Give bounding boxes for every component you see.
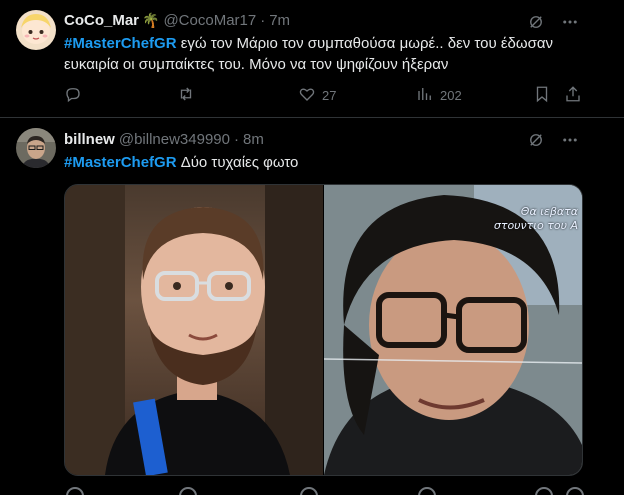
views-icon xyxy=(416,85,434,106)
reply-icon xyxy=(64,85,82,106)
like-icon[interactable] xyxy=(300,487,318,495)
grok-icon[interactable] xyxy=(526,130,546,150)
like-icon xyxy=(298,85,316,106)
bookmark-button[interactable] xyxy=(533,85,551,106)
separator: · xyxy=(260,12,266,29)
media-caption: Θα ιεβατα στουντιο του Α xyxy=(494,205,578,233)
tweet-actions: 27 202 xyxy=(64,85,588,105)
media-caption-line-1: Θα ιεβατα xyxy=(520,205,578,218)
more-icon[interactable] xyxy=(560,130,580,150)
reply-icon[interactable] xyxy=(66,487,84,495)
palm-tree-emoji: 🌴 xyxy=(142,12,160,28)
tweet-header: CoCo_Mar 🌴 @CocoMar17 · 7m xyxy=(64,12,290,29)
like-count: 27 xyxy=(322,88,337,103)
timestamp[interactable]: 8m xyxy=(243,131,264,148)
separator: · xyxy=(233,131,239,148)
views-button[interactable]: 202 xyxy=(416,85,462,106)
retweet-button[interactable] xyxy=(177,85,195,106)
bookmark-icon[interactable] xyxy=(535,487,553,495)
photo-left[interactable] xyxy=(65,185,323,475)
hashtag-link[interactable]: #MasterChefGR xyxy=(64,154,177,171)
share-icon[interactable] xyxy=(566,487,584,495)
tweet-top-icons xyxy=(526,130,580,150)
display-name[interactable]: CoCo_Mar xyxy=(64,12,139,29)
reply-button[interactable] xyxy=(64,85,82,106)
like-button[interactable]: 27 xyxy=(298,85,336,106)
avatar[interactable] xyxy=(16,10,56,50)
bookmark-icon xyxy=(533,85,551,106)
tweet-text: #MasterChefGR εγώ τον Μάριο τον συμπαθού… xyxy=(64,33,594,75)
tweet[interactable]: billnew @billnew349990 · 8m #MasterChefG… xyxy=(0,118,624,495)
tweet-actions-partial xyxy=(64,487,588,495)
tweet[interactable]: CoCo_Mar 🌴 @CocoMar17 · 7m #MasterChefGR… xyxy=(0,0,624,118)
share-button[interactable] xyxy=(564,85,582,106)
retweet-icon xyxy=(177,85,195,106)
tweet-text: #MasterChefGR Δύο τυχαίες φωτο xyxy=(64,152,594,173)
views-icon[interactable] xyxy=(418,487,436,495)
photo-right[interactable]: Θα ιεβατα στουντιο του Α xyxy=(324,185,582,475)
views-count: 202 xyxy=(440,88,462,103)
tweet-body: Δύο τυχαίες φωτο xyxy=(176,154,299,171)
more-icon[interactable] xyxy=(560,12,580,32)
user-handle[interactable]: @billnew349990 xyxy=(119,131,230,148)
timestamp[interactable]: 7m xyxy=(269,12,290,29)
user-handle[interactable]: @CocoMar17 xyxy=(163,12,256,29)
grok-icon[interactable] xyxy=(526,12,546,32)
retweet-icon[interactable] xyxy=(179,487,197,495)
media-grid: Θα ιεβατα στουντιο του Α xyxy=(64,184,583,476)
tweet-header: billnew @billnew349990 · 8m xyxy=(64,131,264,148)
hashtag-link[interactable]: #MasterChefGR xyxy=(64,35,177,52)
media-caption-line-2: στουντιο του Α xyxy=(493,219,578,232)
avatar[interactable] xyxy=(16,128,56,168)
share-icon xyxy=(564,85,582,106)
display-name[interactable]: billnew xyxy=(64,131,115,148)
tweet-top-icons xyxy=(526,12,580,32)
